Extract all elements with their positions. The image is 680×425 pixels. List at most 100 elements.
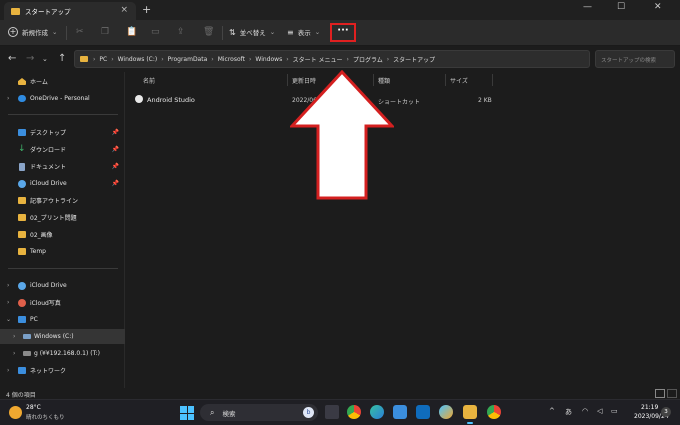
icloud-icon xyxy=(18,281,26,290)
breadcrumb-microsoft[interactable]: Microsoft xyxy=(218,56,245,63)
sidebar-item-downloads[interactable]: ↓ ダウンロード 📌 xyxy=(0,142,125,157)
sort-button[interactable]: ⇅ 並べ替え ⌄ xyxy=(229,27,275,38)
edge-icon[interactable] xyxy=(370,405,384,419)
breadcrumb-windows-c[interactable]: Windows (C:) xyxy=(118,56,158,63)
breadcrumb-windows[interactable]: Windows xyxy=(255,56,282,63)
breadcrumb-programdata[interactable]: ProgramData xyxy=(168,56,208,63)
chevron-right-icon[interactable]: › xyxy=(7,299,9,306)
chevron-down-icon[interactable]: ⌄ xyxy=(6,316,11,323)
sidebar-item-icloud-drive-pinned[interactable]: iCloud Drive 📌 xyxy=(0,176,125,191)
document-icon xyxy=(19,162,25,171)
ime-indicator[interactable]: あ xyxy=(565,407,572,417)
weather-temperature[interactable]: 28°C xyxy=(26,404,41,411)
home-icon xyxy=(18,78,26,85)
pin-icon[interactable]: 📌 xyxy=(112,129,119,136)
column-header-size[interactable]: サイズ xyxy=(450,76,468,85)
sidebar-item-home[interactable]: ホーム xyxy=(0,74,125,89)
view-label: 表示 xyxy=(297,29,311,37)
file-name[interactable]: Android Studio xyxy=(147,96,195,104)
taskbar-search[interactable]: ⌕ 検索 b xyxy=(200,404,318,421)
column-divider[interactable] xyxy=(445,74,446,86)
new-button[interactable]: + 新規作成 ⌄ xyxy=(8,27,57,37)
sidebar-item-article-outline[interactable]: 記事アウトライン xyxy=(0,193,125,208)
folder-icon xyxy=(11,7,20,15)
recent-chevron-icon[interactable]: ⌄ xyxy=(42,55,48,63)
details-view-icon[interactable] xyxy=(655,389,665,398)
view-button[interactable]: ≡ 表示 ⌄ xyxy=(287,27,320,38)
photos-app-icon[interactable] xyxy=(439,405,453,419)
chrome-profile-icon[interactable] xyxy=(487,405,501,419)
task-view-icon[interactable] xyxy=(325,405,339,419)
chevron-up-icon[interactable]: ^ xyxy=(549,407,555,415)
close-button[interactable]: ✕ xyxy=(654,2,662,12)
search-icon: ⌕ xyxy=(210,407,215,417)
chevron-right-icon: › xyxy=(93,55,96,63)
chevron-right-icon[interactable]: › xyxy=(13,333,15,340)
photos-icon xyxy=(18,298,26,307)
tiles-view-icon[interactable] xyxy=(667,389,677,398)
sidebar-item-network[interactable]: › ネットワーク xyxy=(0,363,125,378)
wifi-icon[interactable]: ◠ xyxy=(582,407,588,415)
maximize-button[interactable]: ☐ xyxy=(617,2,625,12)
sidebar-item-icloud-photos[interactable]: › iCloud写真 xyxy=(0,295,125,310)
folder-icon xyxy=(18,248,26,255)
view-list-icon: ≡ xyxy=(287,27,294,37)
see-more-button[interactable]: ··· xyxy=(330,23,356,42)
cut-icon[interactable]: ✂ xyxy=(76,27,84,37)
sidebar-item-print-questions[interactable]: 02_プリント問題 xyxy=(0,210,125,225)
breadcrumb-start-menu[interactable]: スタート メニュー xyxy=(293,55,343,64)
weather-sun-cloud-icon[interactable] xyxy=(9,406,22,419)
rename-icon[interactable]: ▭ xyxy=(151,27,160,37)
outlook-icon[interactable] xyxy=(416,405,430,419)
breadcrumb-programs[interactable]: プログラム xyxy=(353,55,383,64)
chevron-right-icon[interactable]: › xyxy=(7,282,9,289)
column-header-name[interactable]: 名前 xyxy=(143,76,155,85)
sidebar-item-temp[interactable]: Temp xyxy=(0,244,125,259)
sidebar-item-network-drive[interactable]: › g (¥¥192.168.0.1) (T:) xyxy=(0,346,125,361)
sidebar-item-desktop[interactable]: デスクトップ 📌 xyxy=(0,125,125,140)
chrome-icon[interactable] xyxy=(347,405,361,419)
back-arrow-icon[interactable]: ← xyxy=(8,53,16,64)
up-arrow-icon[interactable]: ↑ xyxy=(58,53,66,64)
minimize-button[interactable]: — xyxy=(583,2,592,12)
store-icon[interactable] xyxy=(393,405,407,419)
pin-icon[interactable]: 📌 xyxy=(112,163,119,170)
sidebar-item-images[interactable]: 02_画像 xyxy=(0,227,125,242)
chevron-down-icon: ⌄ xyxy=(52,28,58,36)
new-label: 新規作成 xyxy=(22,29,48,37)
navigation-pane: ホーム › OneDrive - Personal デスクトップ 📌 ↓ ダウン… xyxy=(0,72,125,388)
column-divider[interactable] xyxy=(492,74,493,86)
volume-icon[interactable]: ◁ xyxy=(597,407,602,415)
tab-startup[interactable]: スタートアップ × xyxy=(4,2,136,20)
pin-icon[interactable]: 📌 xyxy=(112,146,119,153)
weather-description[interactable]: 晴れのちくもり xyxy=(26,413,65,421)
clock-time[interactable]: 21:19 xyxy=(641,404,658,411)
chevron-right-icon[interactable]: › xyxy=(7,367,9,374)
paste-icon[interactable]: 📋 xyxy=(126,27,137,37)
new-tab-button[interactable]: + xyxy=(142,3,151,16)
file-list xyxy=(126,72,680,388)
battery-icon[interactable]: ▭ xyxy=(611,407,618,415)
address-bar[interactable]: › PC › Windows (C:) › ProgramData › Micr… xyxy=(74,50,590,68)
search-input[interactable]: スタートアップの検索 xyxy=(595,50,675,68)
tab-close-icon[interactable]: × xyxy=(120,5,128,15)
file-explorer-icon[interactable] xyxy=(463,405,477,424)
forward-arrow-icon[interactable]: → xyxy=(26,53,34,64)
windows-start-icon[interactable] xyxy=(180,406,194,420)
search-label: 検索 xyxy=(222,409,236,418)
pin-icon[interactable]: 📌 xyxy=(112,180,119,187)
copy-icon[interactable]: ❐ xyxy=(101,27,109,37)
sidebar-item-onedrive[interactable]: › OneDrive - Personal xyxy=(0,91,125,106)
column-divider[interactable] xyxy=(287,74,288,86)
breadcrumb-pc[interactable]: PC xyxy=(99,56,107,63)
breadcrumb-startup[interactable]: スタートアップ xyxy=(393,55,435,64)
chevron-right-icon[interactable]: › xyxy=(7,95,9,102)
chevron-right-icon[interactable]: › xyxy=(13,350,15,357)
sidebar-item-icloud-drive[interactable]: › iCloud Drive xyxy=(0,278,125,293)
sidebar-item-pc[interactable]: ⌄ PC xyxy=(0,312,125,327)
notification-badge[interactable]: 3 xyxy=(661,407,671,417)
sidebar-item-documents[interactable]: ドキュメント 📌 xyxy=(0,159,125,174)
share-icon[interactable]: ⇪ xyxy=(177,27,185,37)
delete-icon[interactable]: 🗑 xyxy=(203,27,214,37)
sidebar-item-windows-c[interactable]: › Windows (C:) xyxy=(0,329,125,344)
